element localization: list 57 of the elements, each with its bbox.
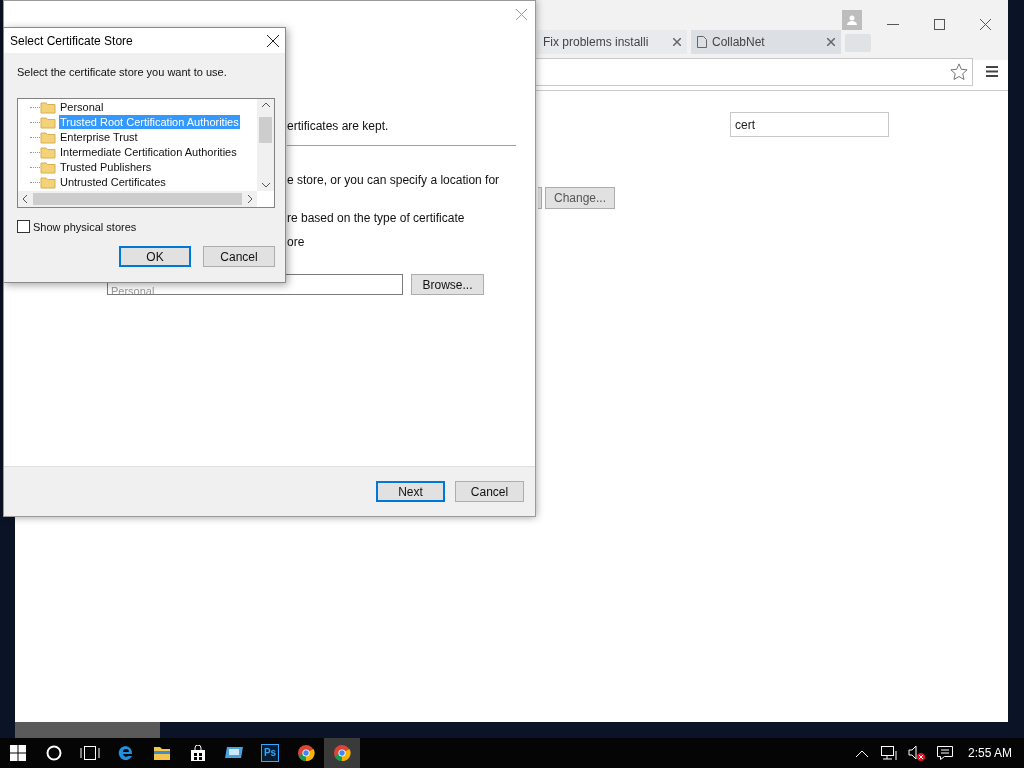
cancel-button[interactable]: Cancel	[455, 481, 524, 502]
browser-tab[interactable]: CollabNet	[691, 30, 841, 54]
option-label: ore	[287, 234, 305, 251]
vertical-scrollbar[interactable]	[257, 98, 274, 191]
chrome-icon	[333, 744, 351, 762]
star-icon[interactable]	[950, 63, 968, 81]
folder-icon	[153, 745, 171, 761]
cancel-button[interactable]: Cancel	[203, 246, 275, 267]
shopping-bag-icon	[190, 744, 206, 762]
network-icon[interactable]	[879, 745, 898, 761]
circle-icon	[46, 745, 62, 761]
clock[interactable]: 2:55 AM	[967, 744, 1012, 762]
description-text: ertificates are kept.	[287, 118, 389, 135]
notification-icon[interactable]	[935, 745, 954, 761]
folder-icon	[40, 130, 56, 144]
edge-icon	[117, 744, 135, 762]
folder-icon	[40, 100, 56, 114]
photoshop-icon: Ps	[261, 744, 279, 762]
dialog-title: Select Certificate Store	[10, 32, 133, 50]
folder-icon	[40, 115, 56, 129]
folder-icon	[40, 160, 56, 174]
checkbox-label: Show physical stores	[33, 219, 137, 235]
muted-speaker-icon[interactable]	[907, 745, 926, 761]
tab-title: Fix problems installi	[543, 34, 650, 51]
tree-item[interactable]: Enterprise Trust	[59, 130, 139, 144]
change-button[interactable]: Change...	[545, 187, 615, 209]
folder-icon	[40, 145, 56, 159]
tree-item[interactable]: Trusted Publishers	[59, 160, 153, 174]
taskbar-button[interactable]	[324, 738, 360, 768]
page-icon	[697, 36, 707, 48]
description-text: e store, or you can specify a location for	[287, 172, 500, 189]
browser-tab[interactable]: Fix problems installi	[537, 30, 687, 54]
taskbar-button[interactable]: Ps	[252, 738, 288, 768]
scrollbar-thumb[interactable]	[33, 192, 242, 205]
tab-title: CollabNet	[712, 34, 766, 51]
search-field[interactable]: cert	[730, 112, 889, 137]
chrome-icon	[297, 744, 315, 762]
horizontal-scrollbar[interactable]	[18, 190, 257, 207]
close-icon[interactable]	[267, 34, 279, 47]
next-button[interactable]: Next	[376, 481, 445, 502]
tree-item[interactable]: Untrusted Certificates	[59, 175, 167, 189]
close-icon[interactable]	[980, 19, 991, 30]
ok-button[interactable]: OK	[119, 246, 191, 267]
tree-item[interactable]: Intermediate Certification Authorities	[59, 145, 238, 159]
tree-item[interactable]: Personal	[59, 100, 105, 114]
chevron-up-icon[interactable]	[855, 749, 868, 757]
monitor-icon	[224, 745, 244, 761]
profile-icon	[842, 10, 862, 30]
option-label: re based on the type of certificate	[287, 210, 465, 227]
browse-button[interactable]: Browse...	[411, 274, 484, 295]
checkbox[interactable]	[17, 220, 30, 234]
task-view-icon	[80, 745, 100, 761]
scrollbar-thumb[interactable]	[259, 116, 272, 143]
windows-icon	[10, 745, 26, 761]
maximize-icon[interactable]	[934, 19, 945, 30]
prompt-text: Select the certificate store you want to use.	[17, 65, 228, 80]
menu-icon[interactable]	[986, 66, 998, 77]
